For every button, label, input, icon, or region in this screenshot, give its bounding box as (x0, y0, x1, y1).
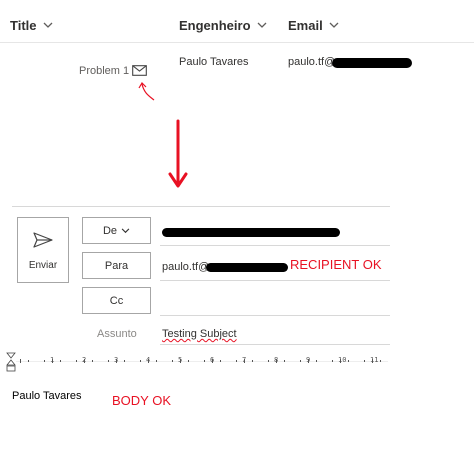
down-arrow-annotation (168, 119, 188, 188)
ruler[interactable]: 1234567891011 (6, 352, 390, 372)
ruler-dot (124, 360, 125, 362)
ruler-dot (212, 359, 213, 363)
ruler-dot (116, 359, 117, 363)
ruler-dot (276, 359, 277, 363)
row-engenheiro: Paulo Tavares (179, 56, 249, 68)
ruler-dot (44, 360, 45, 362)
ruler-dot (156, 360, 157, 362)
recipient-ok-annotation: RECIPIENT OK (290, 257, 382, 272)
ruler-dot (76, 360, 77, 362)
ruler-dot (188, 360, 189, 362)
ruler-dot (268, 360, 269, 362)
column-header-email-label: Email (288, 18, 323, 33)
body-ok-annotation: BODY OK (112, 393, 172, 408)
from-field-underline (160, 245, 390, 246)
send-label: Enviar (28, 260, 58, 271)
chevron-down-icon (43, 22, 52, 28)
compose-top-divider (12, 206, 390, 207)
redacted-to-address (206, 263, 288, 272)
row-email: paulo.tf@ (288, 56, 336, 68)
redacted-email (332, 58, 412, 68)
ruler-dot (60, 360, 61, 362)
ruler-dot (28, 360, 29, 362)
column-header-engenheiro-label: Engenheiro (179, 18, 251, 33)
column-header-title[interactable]: Title (10, 18, 53, 33)
subject-label: Assunto (97, 328, 137, 340)
to-button[interactable]: Para (82, 252, 151, 279)
ruler-dot (364, 360, 365, 362)
send-icon (33, 232, 53, 248)
send-button[interactable]: Enviar (17, 217, 69, 283)
row-title[interactable]: Problem 1 (79, 65, 129, 77)
ruler-dot (84, 359, 85, 363)
body-text[interactable]: Paulo Tavares (12, 390, 82, 402)
ruler-dot (340, 359, 341, 363)
subject-field-underline (160, 344, 390, 345)
to-recipient[interactable]: paulo.tf@ (162, 261, 209, 273)
ruler-dot (20, 359, 21, 363)
subject-input[interactable]: Testing Subject (162, 328, 237, 340)
cc-button[interactable]: Cc (82, 287, 151, 314)
ruler-dot (252, 360, 253, 362)
ruler-dot (300, 360, 301, 362)
ruler-dot (372, 359, 373, 363)
ruler-dot (140, 360, 141, 362)
ruler-dot (204, 360, 205, 362)
ruler-dot (220, 360, 221, 362)
header-divider (0, 42, 474, 43)
cc-label: Cc (109, 294, 124, 307)
from-label: De (102, 224, 118, 237)
ruler-dot (236, 360, 237, 362)
chevron-down-icon (121, 227, 130, 233)
chevron-down-icon (257, 22, 266, 28)
ruler-dot (332, 360, 333, 362)
cc-field-underline (160, 315, 390, 316)
ruler-dot (348, 360, 349, 362)
mail-icon[interactable] (132, 65, 147, 76)
curved-arrow-annotation (138, 82, 155, 101)
indent-marker-icon[interactable] (6, 352, 16, 372)
chevron-down-icon (329, 22, 339, 28)
ruler-dot (92, 360, 93, 362)
ruler-dot (148, 359, 149, 363)
ruler-dot (380, 360, 381, 362)
from-button[interactable]: De (82, 217, 151, 244)
ruler-dot (180, 359, 181, 363)
column-header-title-label: Title (10, 18, 37, 33)
ruler-dot (172, 360, 173, 362)
column-header-email[interactable]: Email (288, 18, 339, 33)
ruler-dot (308, 359, 309, 363)
ruler-dot (316, 360, 317, 362)
ruler-dot (284, 360, 285, 362)
to-field-underline (160, 280, 390, 281)
to-label: Para (104, 259, 129, 272)
ruler-dot (108, 360, 109, 362)
redacted-from-address (162, 228, 340, 237)
column-header-engenheiro[interactable]: Engenheiro (179, 18, 267, 33)
ruler-dot (244, 359, 245, 363)
ruler-dot (52, 359, 53, 363)
